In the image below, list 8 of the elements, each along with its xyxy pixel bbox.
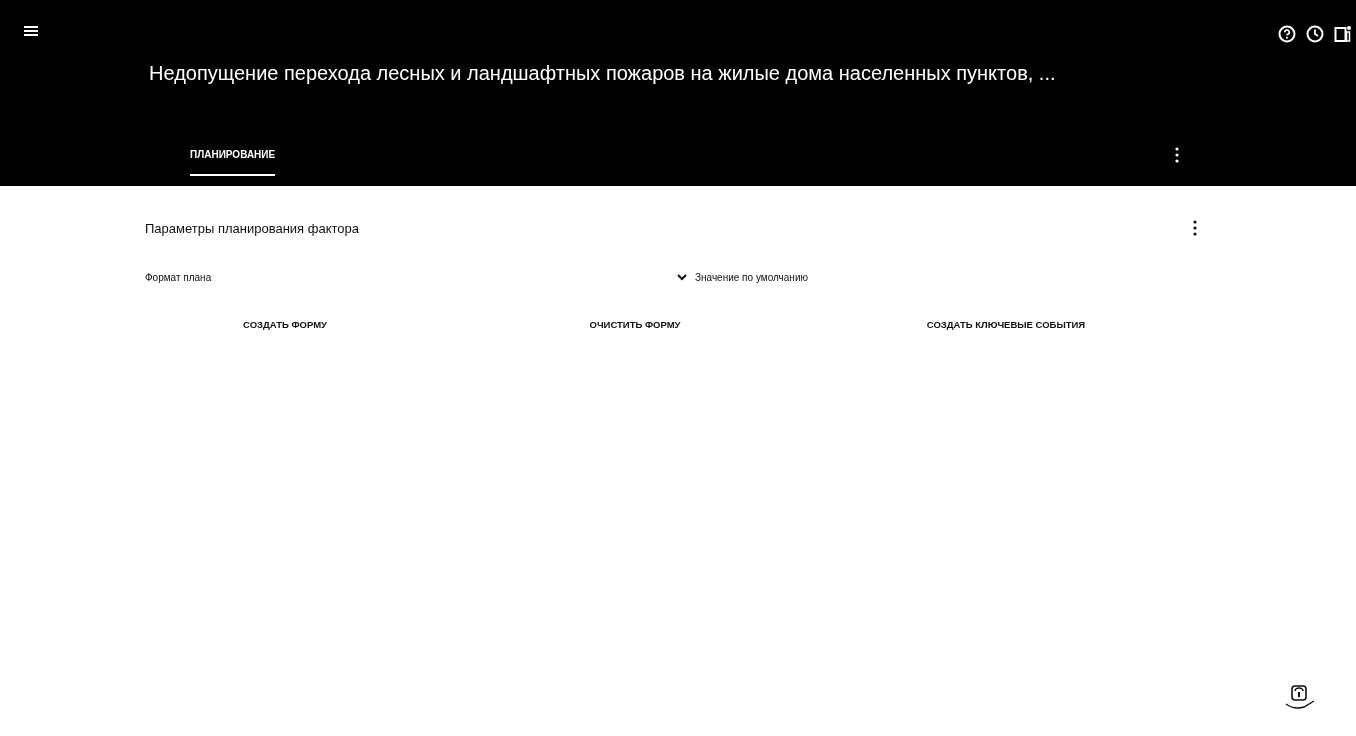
tab[interactable]: ПЛАНИРОВАНИЕ	[190, 134, 276, 176]
select-value[interactable]: Значение по умолчанию	[695, 272, 808, 283]
action-button[interactable]: ОЧИСТИТЬ ФОРМУ	[581, 313, 689, 336]
section-title: Параметры планирования фактора	[145, 220, 360, 236]
field-label: Формат плана	[145, 272, 213, 283]
action-button[interactable]: СОЗДАТЬ ФОРМУ	[235, 313, 335, 336]
page-title: Недопущение перехода лесных и ландшафтных пожаров на жилые дома населенных пунктов, ...	[149, 62, 1057, 85]
action-button[interactable]: СОЗДАТЬ КЛЮЧЕВЫЕ СОБЫТИЯ	[918, 313, 1094, 336]
